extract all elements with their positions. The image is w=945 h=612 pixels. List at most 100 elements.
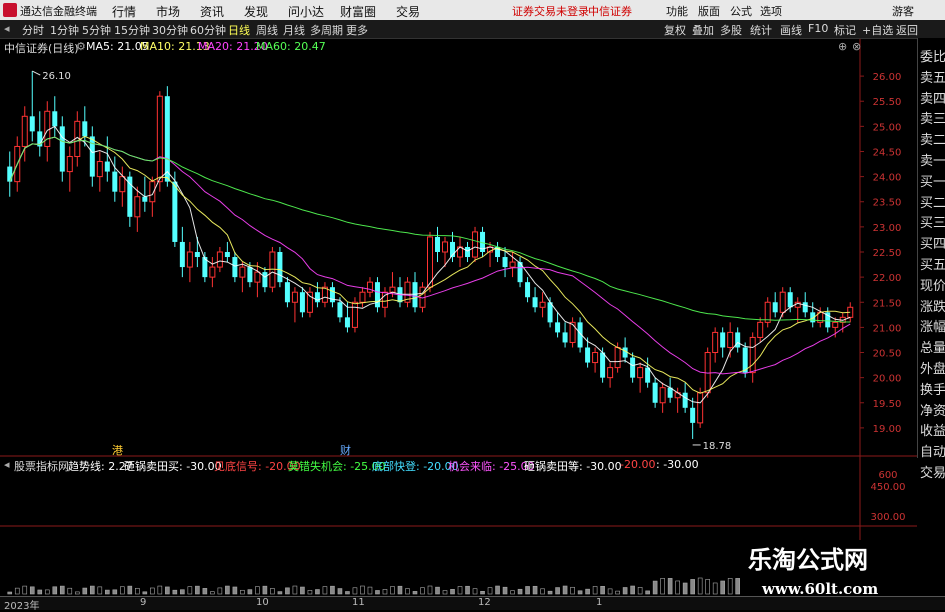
period-60min[interactable]: 60分钟 — [190, 22, 226, 38]
sidebar-item-3[interactable]: 卖三 — [920, 108, 945, 127]
candle-body-75 — [569, 321, 576, 343]
y-tick-label-12: 20.00 — [873, 374, 902, 385]
period-5min[interactable]: 5分钟 — [82, 22, 111, 38]
menu-banmian[interactable]: 版面 — [698, 3, 720, 19]
sidebar-item-18[interactable]: 收益 — [920, 420, 945, 439]
sidebar-item-5[interactable]: 卖一 — [920, 150, 945, 169]
sidebar-item-19[interactable]: 自动 — [920, 441, 945, 460]
candle-body-61 — [465, 246, 471, 258]
sidebar-item-10[interactable]: 买五 — [920, 254, 945, 273]
sidebar-item-1[interactable]: 卖五 — [920, 67, 945, 86]
candle-body-106 — [802, 302, 808, 313]
sidebar-item-12[interactable]: 涨跌 — [920, 296, 945, 315]
stats-button[interactable]: 统计 — [750, 22, 772, 38]
menu-faxian[interactable]: 发现 — [244, 3, 268, 20]
kline-chart[interactable]: 26.00 25.50 25.00 24.50 24.00 23.50 23.00 22.50… — [0, 0, 945, 609]
ma60-line — [9, 136, 851, 323]
ind-item-7: -20.00 — [620, 458, 656, 471]
sidebar-item-2[interactable]: 卖四 — [920, 88, 945, 107]
sidebar-item-0[interactable]: 委比 — [920, 46, 945, 65]
sidebar-item-9[interactable]: 买四 — [920, 233, 945, 252]
y-tick-label-8: 22.00 — [873, 273, 902, 284]
volume-bar-29 — [225, 585, 230, 595]
settings-icon[interactable]: ⚙ — [76, 40, 86, 53]
menu-caifuquan[interactable]: 财富圈 — [340, 3, 376, 20]
volume-bar-9 — [74, 591, 80, 595]
trade-login-status[interactable]: 证券交易未登录 — [512, 3, 589, 19]
indicator-collapse-icon[interactable]: ◂ — [4, 458, 10, 471]
volume-bar-32 — [247, 589, 253, 595]
volume-bar-82 — [622, 587, 628, 595]
period-1min[interactable]: 1分钟 — [50, 22, 79, 38]
title-bar: 通达信金融终端 行情 市场 资讯 发现 问小达 财富圈 交易 证券交易未登录 中… — [0, 0, 945, 20]
candle-body-24 — [186, 251, 193, 268]
period-fenshi[interactable]: 分时 — [22, 22, 44, 38]
menu-xuanxiang[interactable]: 选项 — [760, 3, 782, 19]
volume-bar-37 — [285, 587, 290, 595]
close-chart-icon[interactable]: ⊗ — [852, 40, 861, 53]
candle-body-103 — [779, 291, 786, 313]
volume-bar-42 — [322, 586, 328, 595]
app-logo-icon — [3, 3, 17, 17]
candle-body-86 — [652, 382, 658, 403]
y-tick-label-6: 23.00 — [873, 223, 902, 234]
volume-bar-78 — [592, 586, 598, 595]
sidebar-item-17[interactable]: 净资 — [920, 400, 945, 419]
period-month[interactable]: 月线 — [283, 22, 305, 38]
volume-bar-36 — [277, 591, 283, 595]
sidebar-item-13[interactable]: 涨幅 — [920, 316, 945, 335]
sidebar-item-15[interactable]: 外盘 — [920, 358, 945, 377]
candle-body-62 — [472, 231, 479, 258]
sidebar-item-6[interactable]: 买一 — [920, 171, 945, 190]
candle-body-17 — [134, 196, 141, 218]
menu-shichang[interactable]: 市场 — [156, 3, 180, 20]
app-name: 通达信金融终端 — [20, 5, 97, 18]
back-button[interactable]: 返回 — [896, 22, 918, 38]
overlay-button[interactable]: 叠加 — [692, 22, 714, 38]
sidebar-item-8[interactable]: 买三 — [920, 212, 945, 231]
period-week[interactable]: 周线 — [256, 22, 278, 38]
period-day[interactable]: 日线 — [228, 22, 250, 38]
menu-jiaoyi[interactable]: 交易 — [396, 3, 420, 20]
mark-button[interactable]: 标记 — [834, 22, 856, 38]
sidebar-item-16[interactable]: 换手 — [920, 379, 945, 398]
sidebar-item-7[interactable]: 买二 — [920, 192, 945, 211]
ma-legend: 中信证券(日线) ⚙ MA5: 21.05 MA10: 21.13 MA20: … — [0, 38, 861, 55]
period-30min[interactable]: 30分钟 — [152, 22, 188, 38]
sidebar-item-4[interactable]: 卖二 — [920, 129, 945, 148]
menu-hangqing[interactable]: 行情 — [112, 3, 136, 20]
volume-bar-76 — [577, 590, 583, 595]
y-tick-label-5: 23.50 — [873, 198, 902, 209]
menu-gongshi[interactable]: 公式 — [730, 3, 752, 19]
sidebar-item-14[interactable]: 总量 — [920, 337, 945, 356]
indicator-name[interactable]: 股票指标网 — [14, 458, 69, 474]
multi-stock-button[interactable]: 多股 — [720, 22, 742, 38]
volume-bar-4 — [37, 589, 43, 595]
period-more[interactable]: 更多 — [346, 22, 368, 38]
candle-body-0 — [7, 166, 13, 182]
f10-button[interactable]: F10 — [808, 22, 828, 35]
zoom-in-icon[interactable]: ⊕ — [838, 40, 847, 53]
candle-body-79 — [600, 352, 606, 378]
sidebar-item-11[interactable]: 现价 — [920, 275, 945, 294]
sidebar-item-20[interactable]: 交易 — [920, 462, 945, 481]
candle-body-22 — [172, 181, 178, 242]
draw-line-button[interactable]: 画线 — [780, 22, 802, 38]
period-15min[interactable]: 15分钟 — [114, 22, 150, 38]
collapse-icon[interactable]: ◂ — [4, 22, 10, 35]
volume-bar-50 — [382, 589, 388, 595]
time-label-1: 9 — [140, 597, 147, 608]
menu-wenxiaoda[interactable]: 问小达 — [288, 3, 324, 20]
candle-body-57 — [435, 236, 441, 252]
menu-gongneng[interactable]: 功能 — [666, 3, 688, 19]
period-multi[interactable]: 多周期 — [310, 22, 343, 38]
candle-body-38 — [291, 291, 298, 303]
volume-bar-45 — [345, 591, 350, 595]
guest-user[interactable]: 游客 — [892, 3, 914, 19]
menu-zixun[interactable]: 资讯 — [200, 3, 224, 20]
volume-bar-70 — [532, 585, 538, 595]
volume-bar-40 — [307, 590, 313, 595]
add-favorite-button[interactable]: +自选 — [862, 22, 893, 38]
fuquan-button[interactable]: 复权 — [664, 22, 686, 38]
candle-body-25 — [194, 252, 200, 258]
